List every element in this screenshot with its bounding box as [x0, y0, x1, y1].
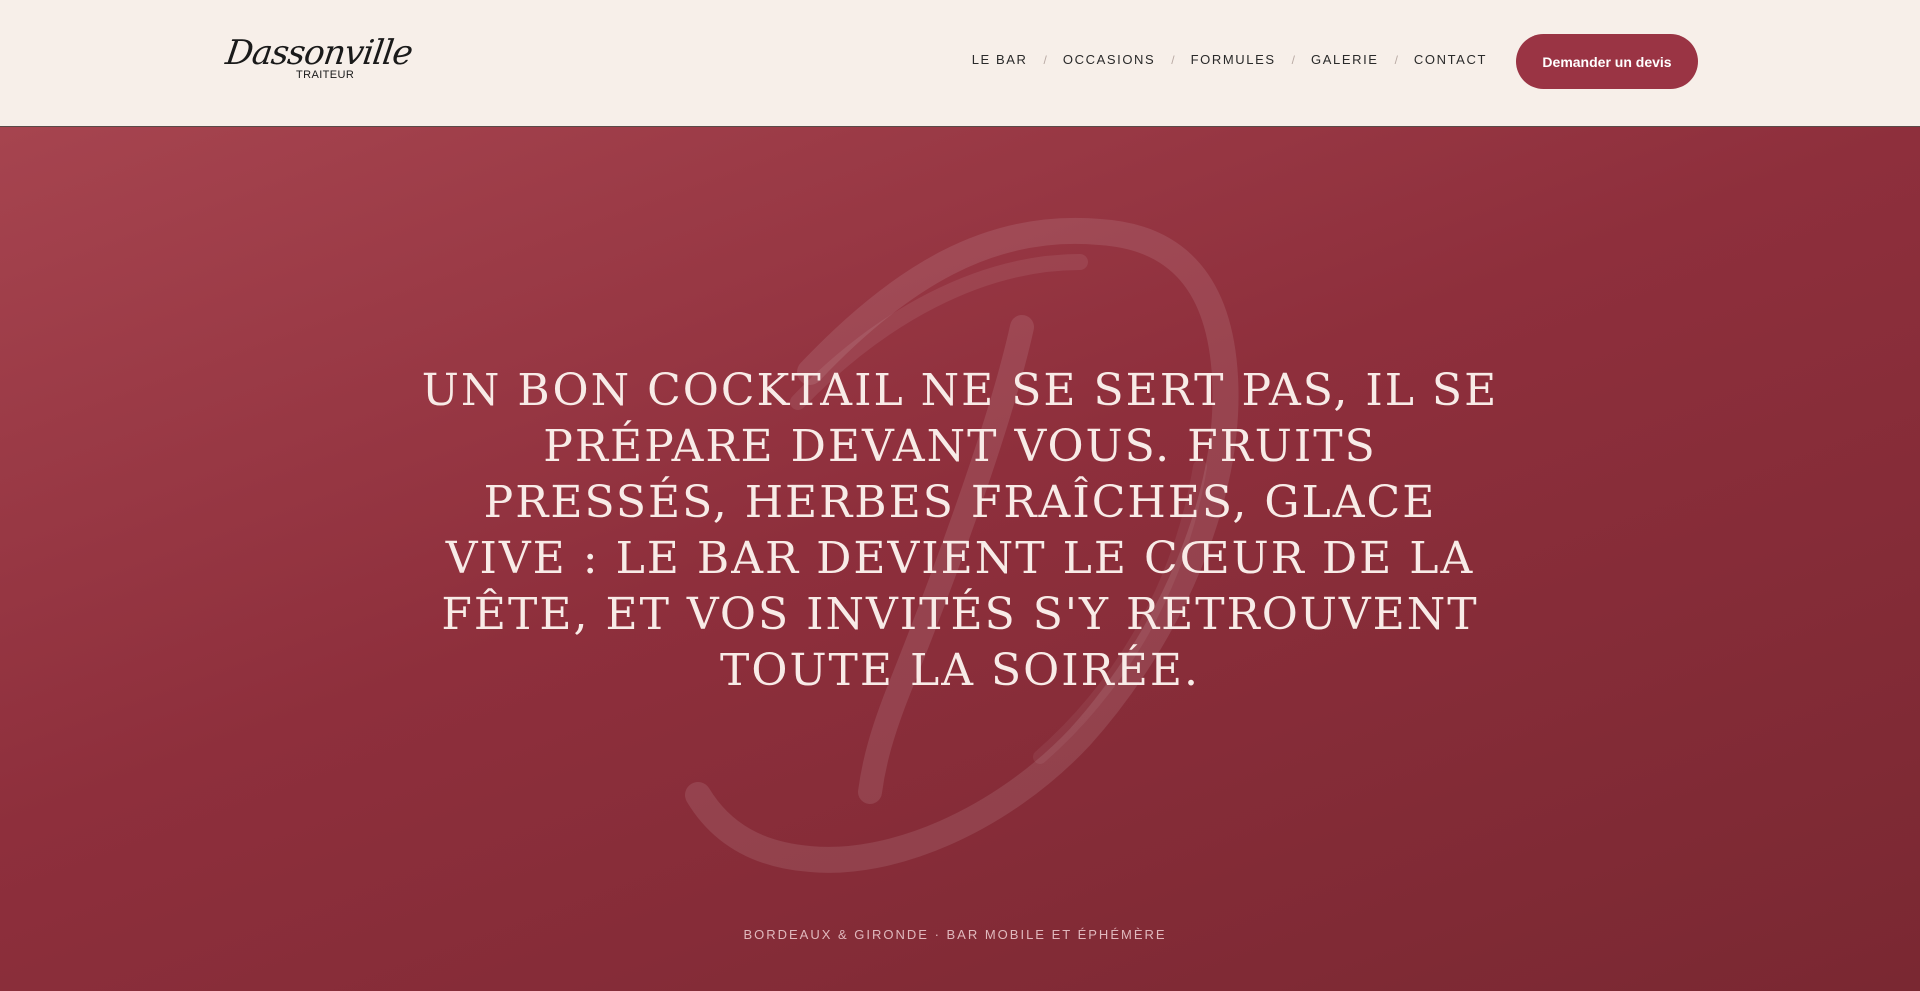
logo-subtitle: TRAITEUR [296, 69, 355, 81]
logo[interactable]: Dassonville TRAITEUR [223, 33, 414, 86]
hero-quote: UN BON COCKTAIL NE SE SERT PAS, IL SE PR… [421, 365, 1499, 696]
nav-item-contact[interactable]: CONTACT [1414, 52, 1487, 67]
nav-item-le-bar[interactable]: LE BAR [972, 52, 1028, 67]
nav-item-formules[interactable]: FORMULES [1191, 52, 1276, 67]
request-quote-button[interactable]: Demander un devis [1516, 34, 1698, 89]
nav-separator: / [1291, 52, 1296, 67]
nav-separator: / [1043, 52, 1047, 67]
hero-section: UN BON COCKTAIL NE SE SERT PAS, IL SE PR… [0, 127, 1920, 991]
hero-tagline: BORDEAUX & GIRONDE · BAR MOBILE ET ÉPHÉM… [743, 927, 1167, 942]
site-header: Dassonville TRAITEUR LE BAR / OCCASIONS … [0, 0, 1920, 127]
logo-script: Dassonville [223, 33, 415, 73]
nav-separator: / [1394, 52, 1398, 67]
nav-separator: / [1171, 52, 1175, 67]
nav-item-galerie[interactable]: GALERIE [1311, 52, 1379, 67]
main-nav: LE BAR / OCCASIONS / FORMULES / GALERIE … [972, 52, 1487, 67]
nav-item-occasions[interactable]: OCCASIONS [1063, 52, 1155, 67]
